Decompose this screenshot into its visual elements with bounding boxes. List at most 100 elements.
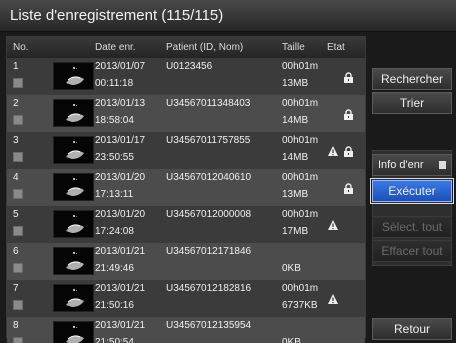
thumbnail-image xyxy=(53,99,94,127)
row-number: 2 xyxy=(13,98,19,109)
file-size: 6737KB xyxy=(282,300,318,311)
header-date: Date enr. xyxy=(95,42,136,53)
status-icons xyxy=(327,253,363,269)
header-no: No. xyxy=(13,42,29,53)
file-size: 0KB xyxy=(282,263,301,274)
patient-id: U34567012171846 xyxy=(166,246,252,257)
row-number: 5 xyxy=(13,209,19,220)
table-row[interactable]: 5 2013/01/20 17:24:08 U34567012000008 00h01m… xyxy=(7,206,365,243)
duration: 00h01m xyxy=(282,283,319,294)
status-icons xyxy=(327,105,363,121)
record-time: 17:24:08 xyxy=(95,226,134,237)
status-icons xyxy=(327,179,363,195)
file-size: 14MB xyxy=(282,115,309,126)
search-button[interactable]: Rechercher xyxy=(372,68,452,90)
row-checkbox[interactable] xyxy=(13,300,23,310)
file-size: 17MB xyxy=(282,226,309,237)
record-date: 2013/01/21 xyxy=(95,320,146,331)
patient-id: U34567012040610 xyxy=(166,172,252,183)
file-size: 0KB xyxy=(282,337,301,343)
table-row[interactable]: 4 2013/01/20 17:13:11 U34567012040610 00h01m… xyxy=(7,169,365,206)
table-row[interactable]: 2 2013/01/13 18:58:04 U34567011348403 00h01m… xyxy=(7,95,365,132)
record-date: 2013/01/13 xyxy=(95,98,146,109)
record-time: 18:58:04 xyxy=(95,115,134,126)
status-icons xyxy=(327,216,363,232)
patient-id: U34567011757855 xyxy=(166,135,251,146)
record-time: 21:50:16 xyxy=(95,300,134,311)
warning-icon xyxy=(327,145,339,157)
record-date: 2013/01/07 xyxy=(95,61,146,72)
record-date: 2013/01/20 xyxy=(95,172,146,183)
table-row[interactable]: 1 2013/01/07 00:11:18 U0123456 00h01m 13MB xyxy=(7,58,365,95)
row-number: 6 xyxy=(13,246,19,257)
row-number: 1 xyxy=(13,61,19,72)
record-date: 2013/01/21 xyxy=(95,246,146,257)
record-time: 17:13:11 xyxy=(95,189,134,200)
row-number: 4 xyxy=(13,172,19,183)
file-size: 13MB xyxy=(282,189,309,200)
table-row[interactable]: 8 2013/01/21 21:50:54 U34567012135954 0KB xyxy=(7,317,365,343)
row-number: 8 xyxy=(13,320,19,331)
row-number: 7 xyxy=(13,283,19,294)
patient-id: U34567012135954 xyxy=(166,320,252,331)
thumbnail-image xyxy=(53,210,94,238)
warning-icon xyxy=(327,219,339,231)
row-checkbox[interactable] xyxy=(13,115,23,125)
record-date: 2013/01/20 xyxy=(95,209,146,220)
patient-id: U34567012000008 xyxy=(166,209,252,220)
record-date: 2013/01/17 xyxy=(95,135,146,146)
list-header: No. Date enr. Patient (ID, Nom) Taille E… xyxy=(7,37,365,58)
file-size: 13MB xyxy=(282,78,309,89)
thumbnail-image xyxy=(53,173,94,201)
dropdown-icon xyxy=(439,161,446,169)
lock-icon xyxy=(343,109,354,120)
record-time: 21:49:46 xyxy=(95,263,134,274)
status-icons xyxy=(327,142,363,158)
thumbnail-image xyxy=(53,62,94,90)
thumbnail-image xyxy=(53,247,94,275)
row-checkbox[interactable] xyxy=(13,189,23,199)
recording-list: No. Date enr. Patient (ID, Nom) Taille E… xyxy=(6,36,366,343)
thumbnail-image xyxy=(53,136,94,164)
select-all-button[interactable]: Sélect. tout xyxy=(372,216,452,238)
table-row[interactable]: 3 2013/01/17 23:50:55 U34567011757855 00h01m… xyxy=(7,132,365,169)
record-time: 21:50:54 xyxy=(95,337,134,343)
back-button[interactable]: Retour xyxy=(372,318,452,340)
lock-icon xyxy=(343,146,354,157)
file-size: 14MB xyxy=(282,152,309,163)
duration: 00h01m xyxy=(282,98,319,109)
patient-id: U0123456 xyxy=(166,61,213,72)
row-checkbox[interactable] xyxy=(13,152,23,162)
status-icons xyxy=(327,68,363,84)
lock-icon xyxy=(343,72,354,83)
status-icons xyxy=(327,290,363,306)
info-dropdown[interactable]: Info d'enr xyxy=(372,154,452,176)
table-row[interactable]: 6 2013/01/21 21:49:46 U34567012171846 0KB xyxy=(7,243,365,280)
duration: 00h01m xyxy=(282,61,319,72)
row-checkbox[interactable] xyxy=(13,226,23,236)
window-title: Liste d'enregistrement (115/115) xyxy=(0,0,456,32)
header-patient: Patient (ID, Nom) xyxy=(166,42,244,53)
sort-button[interactable]: Trier xyxy=(372,92,452,114)
patient-id: U34567012182816 xyxy=(166,283,252,294)
execute-button[interactable]: Exécuter xyxy=(370,178,454,204)
header-etat: Etat xyxy=(327,42,345,53)
duration: 00h01m xyxy=(282,135,319,146)
info-label: Info d'enr xyxy=(378,159,424,171)
row-checkbox[interactable] xyxy=(13,263,23,273)
table-row[interactable]: 7 2013/01/21 21:50:16 U34567012182816 00h01m… xyxy=(7,280,365,317)
row-checkbox[interactable] xyxy=(13,337,23,343)
row-number: 3 xyxy=(13,135,19,146)
warning-icon xyxy=(327,293,339,305)
record-date: 2013/01/21 xyxy=(95,283,146,294)
clear-all-button[interactable]: Effacer tout xyxy=(372,240,452,262)
duration: 00h01m xyxy=(282,209,319,220)
thumbnail-image xyxy=(53,284,94,312)
lock-icon xyxy=(343,183,354,194)
patient-id: U34567011348403 xyxy=(166,98,251,109)
record-time: 23:50:55 xyxy=(95,152,134,163)
row-checkbox[interactable] xyxy=(13,78,23,88)
record-time: 00:11:18 xyxy=(95,78,134,89)
status-icons xyxy=(327,327,363,343)
header-taille: Taille xyxy=(282,42,305,53)
